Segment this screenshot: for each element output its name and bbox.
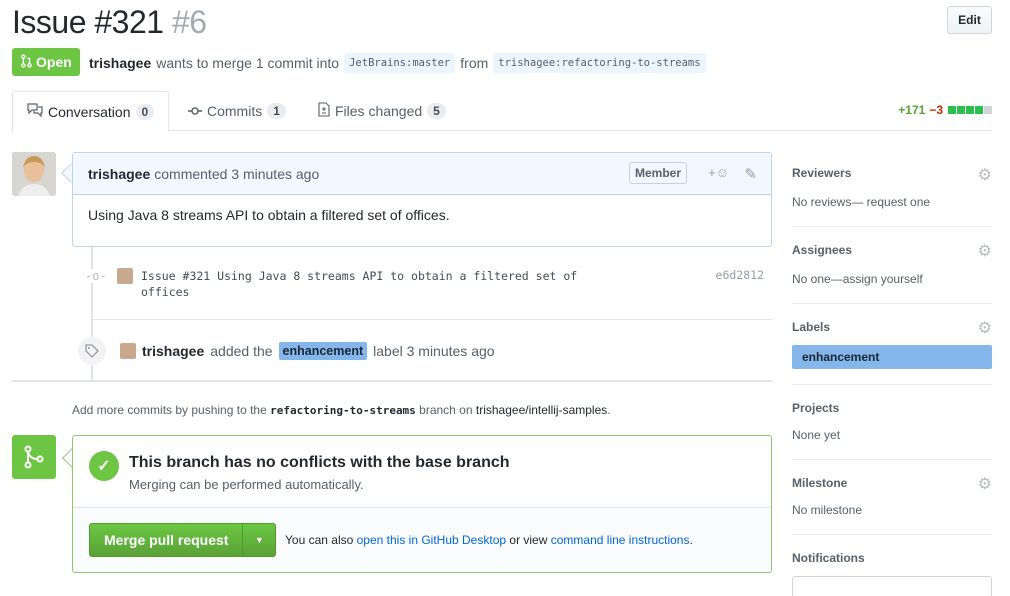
tag-icon: [78, 337, 106, 365]
assignees-heading[interactable]: Assignees: [792, 243, 852, 257]
merge-actions: Merge pull request ▼ You can also open t…: [73, 508, 771, 572]
labels-gear-icon[interactable]: ⚙: [978, 318, 992, 338]
alt-prefix: You can also: [285, 533, 354, 547]
hint-suffix: .: [607, 403, 611, 417]
assignees-gear-icon[interactable]: ⚙: [978, 241, 992, 261]
author-link[interactable]: trishagee: [89, 55, 151, 71]
tab-commits[interactable]: Commits 1: [174, 91, 300, 131]
repo-name[interactable]: trishagee/intellij-samples: [476, 403, 607, 417]
hint-prefix: Add more commits by pushing to the: [72, 403, 267, 417]
comment-timestamp[interactable]: commented 3 minutes ago: [154, 166, 319, 182]
commit-avatar[interactable]: [117, 268, 133, 284]
merge-text: wants to merge 1 commit into: [156, 55, 340, 71]
base-ref[interactable]: JetBrains:master: [344, 53, 456, 73]
event-author[interactable]: trishagee: [142, 343, 204, 359]
alt-suffix: .: [689, 533, 693, 547]
timeline-divider: [12, 380, 772, 382]
merge-pull-request-button[interactable]: Merge pull request: [90, 524, 244, 556]
page-title: Issue #321 #6: [12, 2, 207, 42]
commit-sha[interactable]: e6d2812: [716, 268, 764, 282]
state-badge: Open: [12, 48, 80, 76]
command-line-instructions-link[interactable]: command line instructions: [551, 533, 690, 547]
reviewers-heading[interactable]: Reviewers: [792, 166, 851, 180]
from-text: from: [460, 55, 489, 71]
merge-status-subtitle: Merging can be performed automatically.: [129, 477, 364, 492]
reviewers-gear-icon[interactable]: ⚙: [978, 165, 992, 185]
git-pull-request-icon: [20, 53, 32, 71]
notifications-subscribe-button[interactable]: [792, 576, 992, 596]
divider: [792, 226, 992, 227]
labels-heading[interactable]: Labels: [792, 320, 830, 334]
event-avatar[interactable]: [120, 343, 136, 359]
tab-conversation[interactable]: Conversation 0: [12, 91, 170, 132]
pencil-icon[interactable]: ✎: [744, 165, 757, 183]
tab-label: Commits: [207, 103, 263, 119]
merge-status-title: This branch has no conflicts with the ba…: [129, 454, 510, 471]
check-icon: ✓: [89, 451, 119, 481]
pr-meta: trishagee wants to merge 1 commit into J…: [89, 53, 706, 73]
open-github-desktop-link[interactable]: open this in GitHub Desktop: [357, 533, 506, 547]
comment-discussion-icon: [27, 103, 43, 120]
tab-files-changed[interactable]: Files changed 5: [304, 91, 460, 131]
comment-author[interactable]: trishagee: [88, 166, 150, 182]
reviewers-value: No reviews— request one: [792, 195, 931, 209]
merge-alternatives: You can also open this in GitHub Desktop…: [285, 533, 693, 547]
divider: [792, 459, 992, 460]
git-merge-icon: [12, 435, 56, 479]
tab-label: Conversation: [48, 103, 131, 120]
notifications-heading: Notifications: [792, 551, 865, 565]
tab-label: Files changed: [335, 103, 423, 119]
comment-header: trishagee commented 3 minutes ago Member…: [73, 153, 771, 195]
file-diff-icon: [318, 102, 330, 120]
sidebar-label-enhancement[interactable]: enhancement: [792, 345, 992, 369]
divider: [792, 384, 992, 385]
divider: [792, 303, 992, 304]
alt-middle: or view: [509, 533, 548, 547]
push-hint: Add more commits by pushing to the refac…: [72, 403, 611, 417]
avatar[interactable]: [12, 152, 56, 196]
divider: [92, 319, 772, 320]
git-commit-icon: -o-: [85, 269, 107, 283]
label-event: trishagee added the enhancement label 3 …: [78, 335, 495, 367]
pr-number: #6: [171, 4, 207, 40]
head-ref[interactable]: trishagee:refactoring-to-streams: [493, 53, 706, 73]
state-label: Open: [36, 54, 72, 70]
tab-counter: 1: [267, 103, 286, 119]
commit-message[interactable]: Issue #321 Using Java 8 streams API to o…: [141, 268, 611, 300]
tab-counter: 0: [135, 103, 155, 120]
assignees-value[interactable]: No one—assign yourself: [792, 272, 923, 286]
add-reaction-icon[interactable]: +☺: [708, 165, 729, 180]
projects-value: None yet: [792, 428, 841, 442]
divider: [792, 534, 992, 535]
event-timestamp: label 3 minutes ago: [373, 343, 495, 359]
issue-title: Issue #321: [12, 4, 164, 40]
tab-counter: 5: [427, 103, 446, 119]
branch-name: refactoring-to-streams: [270, 404, 416, 417]
milestone-heading[interactable]: Milestone: [792, 476, 847, 490]
merge-options-caret-icon[interactable]: ▼: [243, 524, 275, 556]
milestone-gear-icon[interactable]: ⚙: [978, 474, 992, 494]
projects-heading[interactable]: Projects: [792, 401, 839, 415]
label-enhancement[interactable]: enhancement: [278, 342, 368, 360]
merge-box: ✓ This branch has no conflicts with the …: [72, 435, 772, 573]
hint-middle: branch on: [419, 403, 473, 417]
event-text: added the: [210, 343, 273, 359]
member-badge: Member: [628, 162, 687, 184]
comment-box: trishagee commented 3 minutes ago Member…: [72, 152, 772, 247]
comment-body: Using Java 8 streams API to obtain a fil…: [88, 207, 450, 223]
git-commit-icon: [188, 103, 202, 119]
milestone-value: No milestone: [792, 503, 863, 517]
sidebar: Reviewers ⚙ No reviews— request one Assi…: [792, 0, 992, 596]
merge-button-group: Merge pull request ▼: [89, 523, 277, 557]
merge-status: ✓ This branch has no conflicts with the …: [73, 436, 771, 508]
